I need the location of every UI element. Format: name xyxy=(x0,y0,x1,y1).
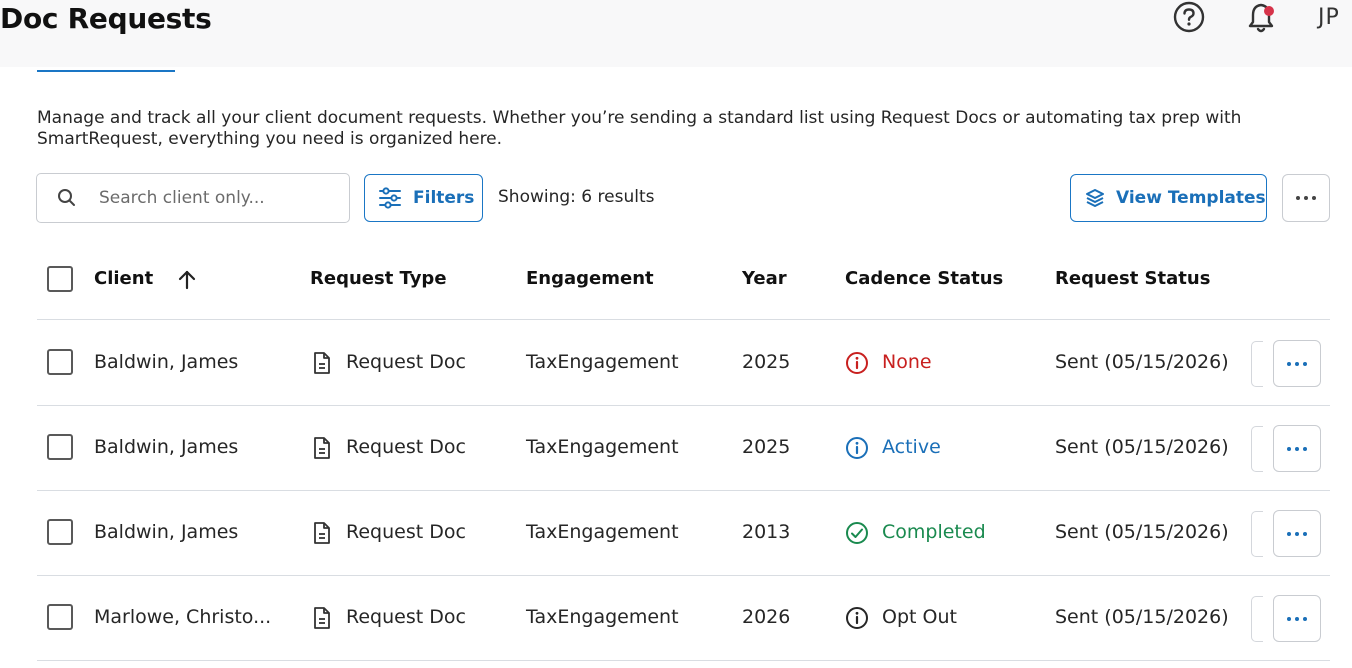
request-type: Request Doc xyxy=(346,436,466,458)
document-icon xyxy=(311,436,333,460)
row-action-divider xyxy=(1251,426,1263,472)
column-header-cadence-status[interactable]: Cadence Status xyxy=(845,268,1003,289)
year: 2025 xyxy=(742,436,791,458)
page-title: Doc Requests xyxy=(0,2,212,35)
column-header-engagement[interactable]: Engagement xyxy=(526,268,654,289)
year: 2013 xyxy=(742,521,791,543)
column-header-client[interactable]: Client xyxy=(94,268,153,289)
notification-bell-icon[interactable] xyxy=(1243,0,1279,36)
engagement: TaxEngagement xyxy=(526,436,679,458)
view-templates-label: View Templates xyxy=(1116,188,1266,208)
results-count: Showing: 6 results xyxy=(498,187,655,207)
request-type: Request Doc xyxy=(346,521,466,543)
request-status: Sent (05/15/2026) xyxy=(1055,351,1229,373)
request-type: Request Doc xyxy=(346,606,466,628)
row-action-divider xyxy=(1251,511,1263,557)
client-name[interactable]: Baldwin, James xyxy=(94,521,238,543)
row-checkbox[interactable] xyxy=(47,434,73,460)
cadence-status: Opt Out xyxy=(882,606,957,628)
row-action-divider xyxy=(1251,596,1263,642)
request-status: Sent (05/15/2026) xyxy=(1055,436,1229,458)
table-row[interactable]: Baldwin, James Request Doc TaxEngagement… xyxy=(37,491,1330,576)
document-icon xyxy=(311,606,333,630)
request-status: Sent (05/15/2026) xyxy=(1055,521,1229,543)
document-icon xyxy=(311,521,333,545)
layers-icon xyxy=(1084,187,1106,209)
row-more-button[interactable] xyxy=(1273,510,1321,557)
column-header-year[interactable]: Year xyxy=(742,268,787,289)
cadence-status: Active xyxy=(882,436,941,458)
ellipsis-icon xyxy=(1287,616,1307,621)
ellipsis-icon xyxy=(1287,361,1307,366)
table-row[interactable]: Baldwin, James Request Doc TaxEngagement… xyxy=(37,406,1330,491)
engagement: TaxEngagement xyxy=(526,521,679,543)
active-tab-indicator xyxy=(37,70,175,72)
ellipsis-icon xyxy=(1287,531,1307,536)
request-type: Request Doc xyxy=(346,351,466,373)
page-description: Manage and track all your client documen… xyxy=(37,108,1242,149)
top-bar: Doc Requests JP xyxy=(0,0,1352,67)
document-icon xyxy=(311,351,333,375)
info-circle-icon xyxy=(845,436,869,460)
row-checkbox[interactable] xyxy=(47,519,73,545)
cadence-status: Completed xyxy=(882,521,986,543)
engagement: TaxEngagement xyxy=(526,606,679,628)
search-input[interactable] xyxy=(99,188,339,208)
info-circle-icon xyxy=(845,351,869,375)
search-icon xyxy=(56,187,78,209)
table-row[interactable]: Baldwin, James Request Doc TaxEngagement… xyxy=(37,321,1330,406)
client-name[interactable]: Marlowe, Christo... xyxy=(94,606,271,628)
row-checkbox[interactable] xyxy=(47,604,73,630)
ellipsis-icon xyxy=(1287,446,1307,451)
filters-label: Filters xyxy=(413,188,475,208)
column-header-request-status[interactable]: Request Status xyxy=(1055,268,1210,289)
filter-sliders-icon xyxy=(377,185,403,211)
row-checkbox[interactable] xyxy=(47,349,73,375)
engagement: TaxEngagement xyxy=(526,351,679,373)
row-more-button[interactable] xyxy=(1273,340,1321,387)
column-header-request-type[interactable]: Request Type xyxy=(310,268,447,289)
more-options-button[interactable] xyxy=(1282,174,1330,222)
view-templates-button[interactable]: View Templates xyxy=(1070,174,1267,222)
year: 2025 xyxy=(742,351,791,373)
notification-dot xyxy=(1264,6,1274,16)
row-action-divider xyxy=(1251,341,1263,387)
request-status: Sent (05/15/2026) xyxy=(1055,606,1229,628)
check-circle-icon xyxy=(845,521,869,545)
sort-ascending-icon[interactable] xyxy=(175,268,199,292)
select-all-checkbox[interactable] xyxy=(47,266,73,292)
table-header: Client Request Type Engagement Year Cade… xyxy=(37,252,1330,320)
info-circle-icon xyxy=(845,606,869,630)
client-name[interactable]: Baldwin, James xyxy=(94,351,238,373)
help-icon[interactable] xyxy=(1172,0,1206,34)
ellipsis-icon xyxy=(1296,196,1316,200)
row-more-button[interactable] xyxy=(1273,425,1321,472)
search-box[interactable] xyxy=(36,173,350,223)
cadence-status: None xyxy=(882,351,932,373)
client-name[interactable]: Baldwin, James xyxy=(94,436,238,458)
table-row[interactable]: Marlowe, Christo... Request Doc TaxEngag… xyxy=(37,576,1330,661)
filters-button[interactable]: Filters xyxy=(364,174,483,222)
row-more-button[interactable] xyxy=(1273,595,1321,642)
year: 2026 xyxy=(742,606,791,628)
user-avatar[interactable]: JP xyxy=(1318,5,1340,30)
